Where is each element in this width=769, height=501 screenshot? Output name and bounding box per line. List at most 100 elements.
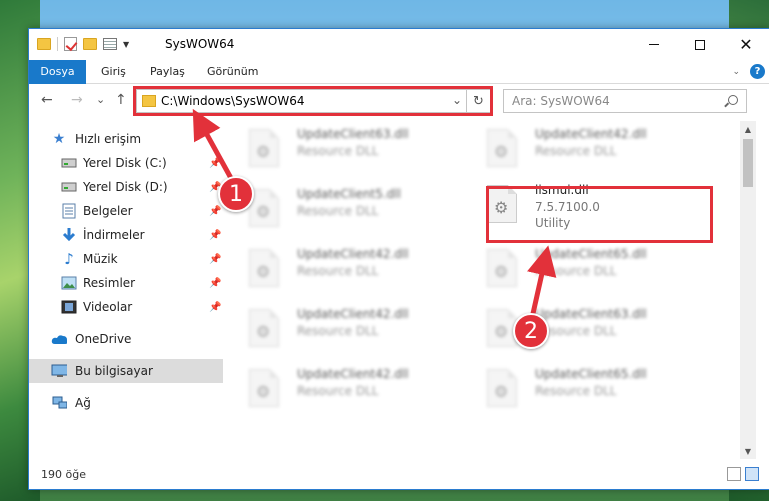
view-switcher [727, 467, 759, 481]
star-icon: ★ [52, 131, 66, 147]
pin-icon[interactable]: 📌 [209, 158, 221, 169]
pin-icon[interactable]: 📌 [209, 278, 221, 289]
expand-ribbon-chevron-icon[interactable]: ⌄ [732, 67, 740, 77]
pin-icon[interactable]: 📌 [209, 254, 221, 265]
scroll-thumb[interactable] [743, 139, 753, 187]
video-icon [61, 299, 77, 315]
sidebar-item-local-disk-d[interactable]: Yerel Disk (D:) 📌 [29, 175, 223, 199]
file-description: Resource DLL [297, 144, 379, 158]
recent-locations-chevron-icon[interactable]: ⌄ [96, 93, 105, 106]
pin-icon[interactable]: 📌 [209, 206, 221, 217]
sidebar-item-label: Hızlı erişim [75, 132, 142, 146]
sidebar-item-pictures[interactable]: Resimler 📌 [29, 271, 223, 295]
new-folder-icon[interactable] [83, 38, 97, 50]
minimize-icon [649, 44, 659, 45]
forward-arrow-icon[interactable]: → [71, 92, 83, 108]
search-icon[interactable] [728, 95, 738, 105]
dll-file-icon [487, 249, 517, 287]
sidebar-item-downloads[interactable]: İndirmeler 📌 [29, 223, 223, 247]
file-item[interactable]: UpdateClient42.dll Resource DLL [249, 247, 485, 297]
cloud-icon [51, 331, 67, 347]
dll-file-icon [249, 369, 279, 407]
window-controls: ✕ [631, 29, 769, 60]
toolbar-divider [57, 37, 58, 51]
sidebar-item-label: Resimler [83, 276, 136, 290]
search-box[interactable]: Ara: SysWOW64 [503, 89, 747, 113]
ribbon-right-controls: ⌄ ? [732, 64, 765, 79]
computer-icon [51, 363, 67, 379]
pictures-icon [61, 275, 77, 291]
documents-icon [61, 203, 77, 219]
details-view-icon[interactable] [727, 467, 741, 481]
sidebar-item-label: OneDrive [75, 332, 132, 346]
file-name: UpdateClient42.dll [297, 367, 409, 381]
file-name: UpdateClient63.dll [297, 127, 409, 141]
sidebar-item-network[interactable]: Ağ [29, 391, 223, 415]
minimize-button[interactable] [631, 29, 677, 60]
step-two-badge: 2 [513, 313, 549, 349]
file-description: Resource DLL [535, 144, 617, 158]
network-icon [51, 395, 67, 411]
pin-icon[interactable]: 📌 [209, 230, 221, 241]
file-name: UpdateClient5.dll [297, 187, 401, 201]
sidebar-item-quick-access[interactable]: ★ Hızlı erişim [29, 127, 223, 151]
sidebar-item-label: Müzik [83, 252, 118, 266]
tab-file[interactable]: Dosya [29, 60, 86, 84]
tiles-view-icon[interactable] [745, 467, 759, 481]
sidebar-item-documents[interactable]: Belgeler 📌 [29, 199, 223, 223]
file-item[interactable]: UpdateClient5.dll Resource DLL [249, 187, 485, 237]
back-arrow-icon[interactable]: ← [41, 92, 53, 108]
scroll-up-icon[interactable]: ▲ [740, 121, 756, 137]
sidebar-item-label: Belgeler [83, 204, 133, 218]
folder-icon[interactable] [37, 38, 51, 50]
item-count: 190 öğe [41, 468, 86, 481]
sidebar-item-label: Bu bilgisayar [75, 364, 153, 378]
file-list: UpdateClient63.dll Resource DLL UpdateCl… [225, 121, 739, 461]
file-item[interactable]: UpdateClient42.dll Resource DLL [249, 307, 485, 357]
navigation-pane: ★ Hızlı erişim Yerel Disk (C:) 📌 Yerel D… [29, 121, 223, 461]
dll-file-icon [487, 369, 517, 407]
tab-home[interactable]: Giriş [89, 60, 138, 84]
sidebar-item-this-pc[interactable]: Bu bilgisayar [29, 359, 223, 383]
file-item[interactable]: UpdateClient65.dll Resource DLL [487, 247, 723, 297]
scroll-down-icon[interactable]: ▼ [740, 443, 756, 459]
file-highlight-box [486, 186, 713, 243]
help-icon[interactable]: ? [750, 64, 765, 79]
tab-share[interactable]: Paylaş [138, 60, 197, 84]
file-item[interactable]: UpdateClient42.dll Resource DLL [487, 127, 723, 177]
music-icon: ♪ [64, 250, 74, 268]
close-button[interactable]: ✕ [723, 29, 769, 60]
file-description: Resource DLL [297, 264, 379, 278]
file-name: UpdateClient65.dll [535, 367, 647, 381]
file-description: Resource DLL [535, 384, 617, 398]
sidebar-item-label: İndirmeler [83, 228, 145, 242]
dll-file-icon [249, 309, 279, 347]
sidebar-item-local-disk-c[interactable]: Yerel Disk (C:) 📌 [29, 151, 223, 175]
ribbon-tabs: Dosya Giriş Paylaş Görünüm ⌄ ? [29, 60, 769, 84]
tab-view[interactable]: Görünüm [195, 60, 270, 84]
sidebar-item-label: Yerel Disk (C:) [83, 156, 167, 170]
properties-check-icon[interactable] [64, 37, 77, 51]
search-placeholder: Ara: SysWOW64 [512, 94, 610, 108]
file-item[interactable]: UpdateClient63.dll Resource DLL [249, 127, 485, 177]
file-description: Resource DLL [297, 204, 379, 218]
vertical-scrollbar[interactable]: ▲ ▼ [740, 121, 756, 459]
dll-file-icon [249, 249, 279, 287]
sidebar-item-onedrive[interactable]: OneDrive [29, 327, 223, 351]
step-one-badge: 1 [218, 176, 254, 212]
navigation-bar: ← → ⌄ ↑ C:\Windows\SysWOW64 ⌄ ↻ Ara: Sys… [29, 85, 769, 117]
customize-toolbar-chevron-icon[interactable]: ▼ [123, 40, 129, 49]
maximize-button[interactable] [677, 29, 723, 60]
explorer-window: ▼ SysWOW64 ✕ Dosya Giriş Paylaş Görünüm … [28, 28, 769, 490]
title-bar: ▼ SysWOW64 ✕ [29, 29, 769, 60]
file-description: Resource DLL [535, 264, 617, 278]
list-view-icon[interactable] [103, 38, 117, 50]
file-name: UpdateClient65.dll [535, 247, 647, 261]
file-item[interactable]: UpdateClient42.dll Resource DLL [249, 367, 485, 417]
file-item[interactable]: UpdateClient65.dll Resource DLL [487, 367, 723, 417]
up-arrow-icon[interactable]: ↑ [115, 92, 127, 108]
sidebar-item-videos[interactable]: Videolar 📌 [29, 295, 223, 319]
dll-file-icon [249, 129, 279, 167]
pin-icon[interactable]: 📌 [209, 302, 221, 313]
sidebar-item-music[interactable]: ♪ Müzik 📌 [29, 247, 223, 271]
